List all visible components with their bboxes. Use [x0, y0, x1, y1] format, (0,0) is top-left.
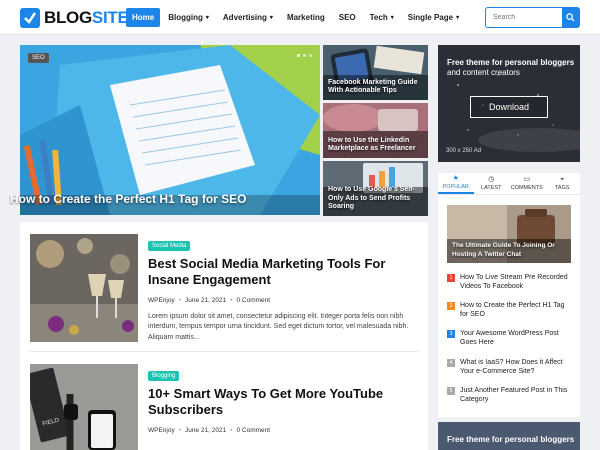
featured-title[interactable]: How to Create the Perfect H1 Tag for SEO — [10, 192, 247, 206]
post-thumbnail[interactable]: FIELD — [30, 364, 138, 450]
download-button[interactable]: Download — [470, 96, 548, 118]
popular-featured-post[interactable]: The Ultimate Guide To Joining Or Hosting… — [447, 205, 571, 263]
nav-tech[interactable]: Tech ▾ — [364, 8, 400, 27]
slider-dot[interactable] — [303, 54, 306, 57]
popular-item-title[interactable]: How to Create the Perfect H1 Tag for SEO — [460, 301, 573, 319]
category-tag[interactable]: Social Media — [148, 241, 191, 251]
post-title[interactable]: 10+ Smart Ways To Get More YouTube Subsc… — [148, 386, 418, 419]
logo-text: BLOGSITE — [44, 8, 129, 27]
popular-list-item[interactable]: 4 What is IaaS? How Does it Affect Your … — [447, 358, 573, 376]
star-icon: ★ — [452, 175, 459, 182]
post-thumbnail-image: FIELD — [30, 364, 138, 450]
tab-popular[interactable]: ★ POPULAR — [438, 173, 474, 194]
slider-dots — [294, 54, 312, 57]
sidebar-ad[interactable]: Free theme for personal bloggers and cont… — [438, 45, 580, 162]
sidebar-ad-secondary[interactable]: Free theme for personal bloggers — [438, 422, 580, 450]
post-author[interactable]: WPEnjoy — [148, 297, 175, 304]
ad-title: Free theme for personal bloggers — [447, 435, 575, 444]
rank-badge: 5 — [447, 386, 455, 395]
side-card-title: Facebook Marketing Guide With Actionable… — [328, 78, 418, 95]
tag-icon: ⌖ — [560, 176, 565, 183]
post-list: Social Media Best Social Media Marketing… — [20, 222, 428, 450]
popular-list: 1 How To Live Stream Pre Recorded Videos… — [447, 273, 573, 414]
popular-list-item[interactable]: 1 How To Live Stream Pre Recorded Videos… — [447, 273, 573, 291]
post-excerpt: Lorem ipsum dolor sit amet, consectetur … — [148, 312, 409, 341]
tab-latest[interactable]: ◷ LATEST — [474, 173, 510, 194]
side-card-title: How to Use the Linkedin Marketplace as F… — [328, 136, 416, 153]
nav-single-page[interactable]: Single Page ▾ — [402, 8, 465, 27]
chevron-down-icon: ▾ — [205, 15, 209, 21]
popular-item-title[interactable]: Your Awesome WordPress Post Goes Here — [460, 329, 573, 347]
rank-badge: 4 — [447, 358, 455, 367]
tab-tags[interactable]: ⌖ TAGS — [545, 173, 581, 194]
post-meta: WPEnjoy • June 21, 2021 • 0 Comment — [148, 426, 271, 434]
search-box — [485, 7, 580, 28]
popular-list-item[interactable]: 5 Just Another Featured Post in This Cat… — [447, 386, 573, 404]
side-card-title: How to Use Google's Self-Only Ads to Sen… — [328, 185, 415, 211]
ad-size-label: 300 x 250 Ad — [446, 148, 482, 154]
post-meta: WPEnjoy • June 21, 2021 • 0 Comment — [148, 296, 271, 304]
rank-badge: 3 — [447, 330, 455, 339]
post-author[interactable]: WPEnjoy — [148, 427, 175, 434]
clock-icon: ◷ — [488, 176, 495, 183]
site-header: BLOGSITE Home Blogging ▾ Advertising ▾ Mar… — [0, 0, 600, 35]
popular-featured-title: The Ultimate Guide To Joining Or Hosting… — [452, 242, 555, 258]
tab-bar: ★ POPULAR ◷ LATEST ▭ COMMENTS ⌖ TAGS — [438, 173, 580, 195]
post-title[interactable]: Best Social Media Marketing Tools For In… — [148, 256, 418, 289]
chevron-down-icon: ▾ — [269, 15, 273, 21]
popular-item-title[interactable]: What is IaaS? How Does it Affect Your e-… — [460, 358, 573, 376]
chevron-down-icon: ▾ — [390, 15, 394, 21]
search-button[interactable] — [562, 8, 579, 27]
category-tag[interactable]: SEO — [28, 53, 49, 63]
featured-image — [20, 45, 320, 215]
nav-marketing[interactable]: Marketing — [281, 8, 331, 27]
slider-dot[interactable] — [309, 54, 312, 57]
rank-badge: 2 — [447, 302, 455, 311]
post-date: June 21, 2021 — [185, 426, 227, 434]
side-featured-card[interactable]: Facebook Marketing Guide With Actionable… — [323, 45, 428, 100]
ad-title: Free theme for personal bloggers and cont… — [447, 58, 575, 78]
post-comments[interactable]: 0 Comment — [237, 427, 271, 434]
search-icon — [566, 13, 575, 22]
popular-item-title[interactable]: How To Live Stream Pre Recorded Videos T… — [460, 273, 573, 291]
post-date: June 21, 2021 — [185, 296, 227, 304]
side-featured-card[interactable]: How to Use the Linkedin Marketplace as F… — [323, 103, 428, 158]
nav-home[interactable]: Home — [126, 8, 161, 27]
slider-dot[interactable] — [297, 54, 300, 57]
popular-item-title[interactable]: Just Another Featured Post in This Categ… — [460, 386, 573, 404]
post-divider — [30, 351, 418, 352]
nav-advertising[interactable]: Advertising ▾ — [217, 8, 279, 27]
popular-list-item[interactable]: 3 Your Awesome WordPress Post Goes Here — [447, 329, 573, 347]
popular-list-item[interactable]: 2 How to Create the Perfect H1 Tag for S… — [447, 301, 573, 319]
comment-icon: ▭ — [523, 176, 531, 183]
post-thumbnail-image — [30, 234, 138, 342]
nav-seo[interactable]: SEO — [333, 8, 362, 27]
site-logo[interactable]: BLOGSITE — [20, 8, 129, 28]
side-featured-card[interactable]: How to Use Google's Self-Only Ads to Sen… — [323, 161, 428, 216]
logo-check-icon — [20, 8, 40, 28]
chevron-down-icon: ▾ — [456, 15, 460, 21]
post-thumbnail[interactable] — [30, 234, 138, 342]
main-nav: Home Blogging ▾ Advertising ▾ Marketing SE… — [126, 8, 467, 27]
featured-slider[interactable]: SEO — [20, 45, 320, 215]
search-input[interactable] — [486, 8, 562, 27]
rank-badge: 1 — [447, 274, 455, 282]
nav-blogging[interactable]: Blogging ▾ — [162, 8, 215, 27]
post-comments[interactable]: 0 Comment — [237, 297, 271, 304]
category-tag[interactable]: Blogging — [148, 371, 180, 381]
tab-comments[interactable]: ▭ COMMENTS — [509, 173, 545, 194]
sidebar-tabs-widget: ★ POPULAR ◷ LATEST ▭ COMMENTS ⌖ TAGS The Ult… — [438, 173, 580, 417]
